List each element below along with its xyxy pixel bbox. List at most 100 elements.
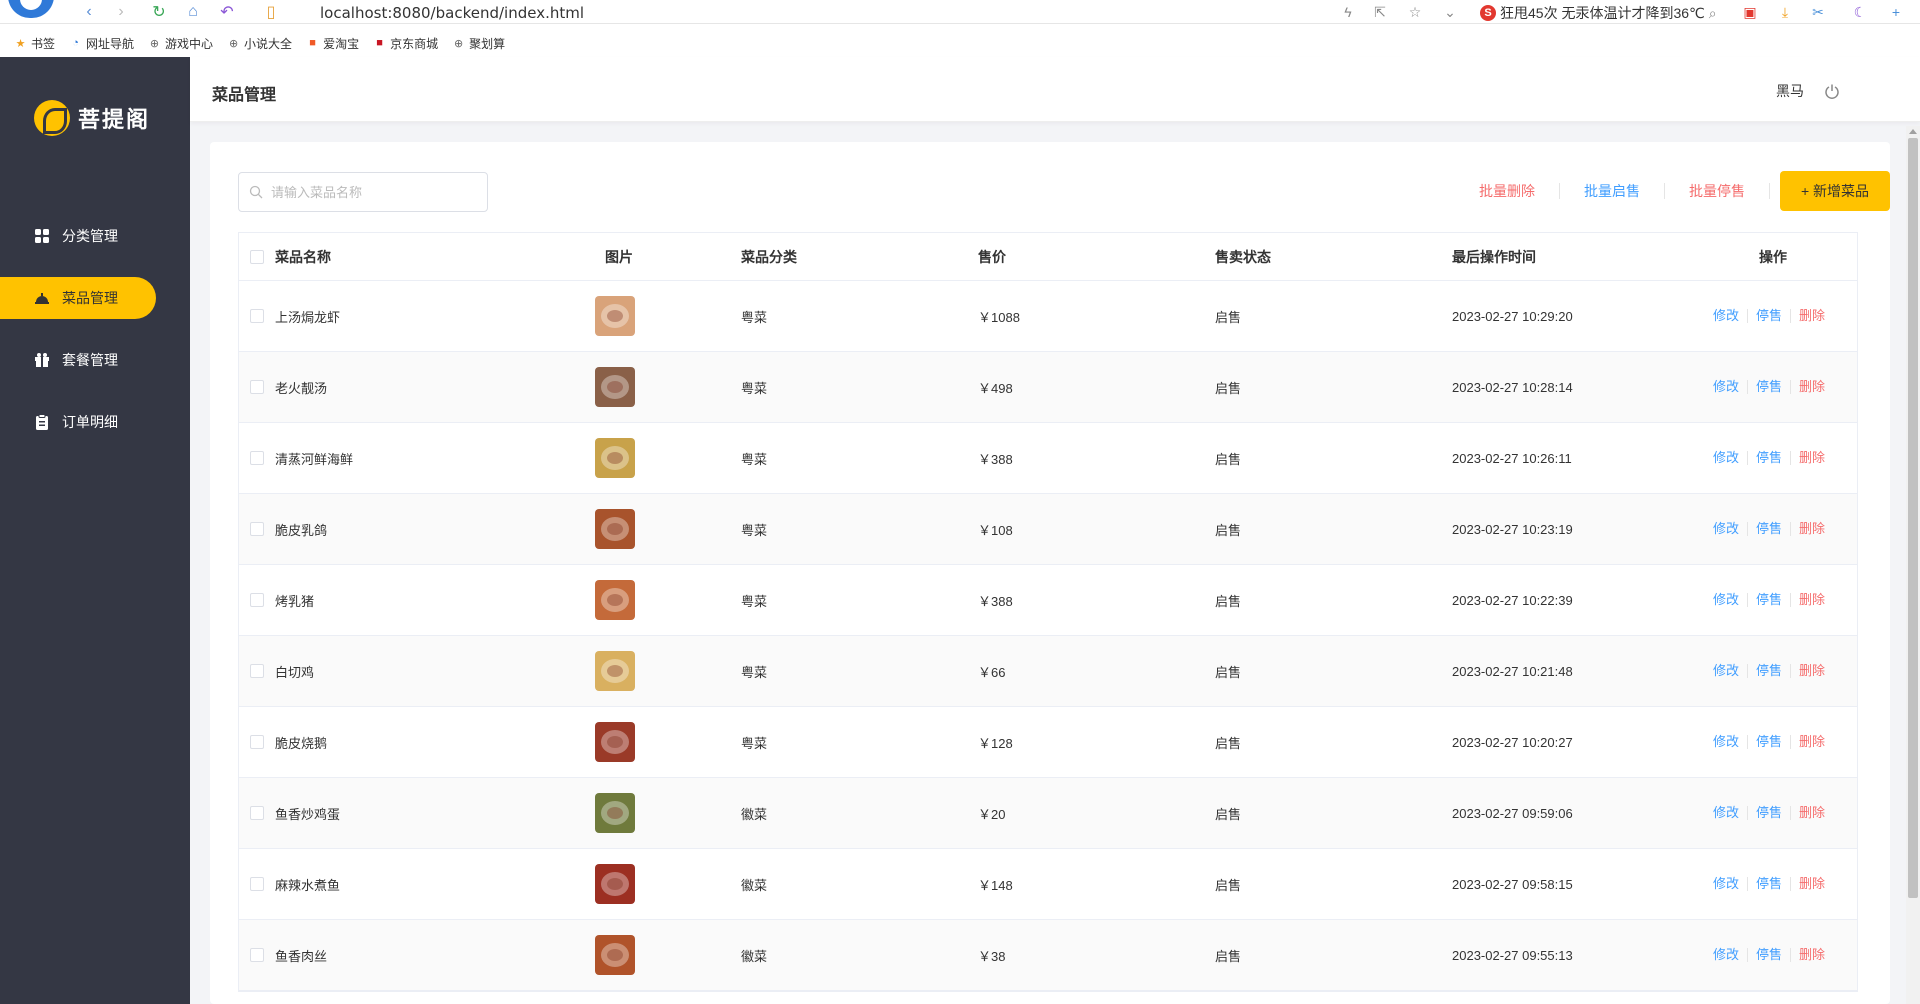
search-box[interactable] — [238, 172, 488, 212]
refresh-icon[interactable]: ↻ — [148, 2, 170, 22]
bookmark-item[interactable]: ⊕ 聚划算 — [452, 35, 505, 52]
dish-name: 麻辣水煮鱼 — [275, 877, 341, 893]
download-icon[interactable]: ⤓ — [1775, 2, 1795, 22]
undo-icon[interactable]: ↶ — [216, 2, 238, 22]
delete-button[interactable]: 删除 — [1791, 451, 1833, 465]
add-dish-button[interactable]: + 新增菜品 — [1780, 171, 1890, 211]
forward-icon[interactable]: › — [110, 2, 132, 22]
row-checkbox[interactable] — [250, 877, 264, 891]
select-all-checkbox[interactable] — [250, 249, 264, 264]
edit-button[interactable]: 修改 — [1705, 451, 1748, 465]
delete-button[interactable]: 删除 — [1791, 380, 1833, 394]
delete-button[interactable]: 删除 — [1791, 735, 1833, 749]
bookmark-item[interactable]: ■ 爱淘宝 — [306, 35, 359, 52]
dish-status: 启售 — [1215, 948, 1242, 964]
disable-button[interactable]: 停售 — [1748, 451, 1791, 465]
bookmark-item[interactable]: ⊕ 小说大全 — [227, 35, 292, 52]
disable-button[interactable]: 停售 — [1748, 593, 1791, 607]
batch-delete-button[interactable]: 批量删除 — [1455, 183, 1560, 199]
row-checkbox[interactable] — [250, 309, 264, 323]
disable-button[interactable]: 停售 — [1748, 522, 1791, 536]
bookmark-item[interactable]: ■ 京东商城 — [373, 35, 438, 52]
bookmark-item[interactable]: ◔ 网址导航 — [69, 35, 134, 52]
row-checkbox[interactable] — [250, 948, 264, 962]
address-bar[interactable]: localhost:8080/backend/index.html — [320, 4, 584, 22]
dish-update-time: 2023-02-27 10:21:48 — [1452, 663, 1573, 679]
edit-button[interactable]: 修改 — [1705, 735, 1748, 749]
news-ticker[interactable]: S 狂甩45次 无汞体温计才降到36℃ ⌕ — [1480, 3, 1717, 23]
dish-thumbnail — [595, 793, 635, 833]
star-icon: ★ — [15, 37, 26, 50]
disable-button[interactable]: 停售 — [1748, 380, 1791, 394]
vertical-scrollbar[interactable] — [1906, 126, 1920, 1004]
scrollbar-thumb[interactable] — [1908, 138, 1918, 898]
search-icon[interactable]: ⌕ — [1709, 5, 1717, 22]
edit-button[interactable]: 修改 — [1705, 380, 1748, 394]
dish-price: ￥498 — [978, 380, 1013, 396]
dish-name: 鱼香肉丝 — [275, 948, 328, 964]
disable-button[interactable]: 停售 — [1748, 806, 1791, 820]
disable-button[interactable]: 停售 — [1748, 735, 1791, 749]
delete-button[interactable]: 删除 — [1791, 877, 1833, 891]
edit-button[interactable]: 修改 — [1705, 522, 1748, 536]
cloche-icon — [34, 290, 50, 306]
bookmark-label: 网址导航 — [86, 36, 135, 51]
sidebar-item-dishes[interactable]: 菜品管理 — [0, 277, 156, 319]
disable-button[interactable]: 停售 — [1748, 664, 1791, 678]
row-checkbox[interactable] — [250, 664, 264, 678]
dish-price: ￥128 — [978, 735, 1013, 751]
column-header-price: 售价 — [978, 248, 1006, 265]
star-icon[interactable]: ☆ — [1405, 2, 1425, 22]
bookmark-item[interactable]: ★ 书签 — [14, 35, 55, 52]
edit-button[interactable]: 修改 — [1705, 806, 1748, 820]
dish-status: 启售 — [1215, 451, 1242, 467]
delete-button[interactable]: 删除 — [1791, 309, 1833, 323]
sidebar-item-orders[interactable]: 订单明细 — [0, 401, 190, 443]
delete-button[interactable]: 删除 — [1791, 664, 1833, 678]
back-icon[interactable]: ‹ — [78, 2, 100, 22]
row-checkbox[interactable] — [250, 735, 264, 749]
scroll-up-icon[interactable] — [1909, 129, 1917, 134]
column-header-status: 售卖状态 — [1215, 248, 1271, 265]
app-icon[interactable]: ▣ — [1740, 2, 1760, 22]
new-tab-icon[interactable]: + — [1886, 2, 1906, 22]
disable-button[interactable]: 停售 — [1748, 948, 1791, 962]
disable-button[interactable]: 停售 — [1748, 309, 1791, 323]
search-input[interactable] — [271, 184, 471, 200]
logout-power-icon[interactable] — [1824, 83, 1840, 99]
top-header: 菜品管理 黑马 — [190, 57, 1920, 122]
dish-category: 粤菜 — [741, 309, 768, 325]
table-row: 清蒸河鲜海鲜 粤菜 ￥388 启售 2023-02-27 10:26:11 修改 停售 删除 — [239, 423, 1857, 494]
table-row: 脆皮乳鸽 粤菜 ￥108 启售 2023-02-27 10:23:19 修改 停售 删除 — [239, 494, 1857, 565]
bookmark-item[interactable]: ⊕ 游戏中心 — [148, 35, 213, 52]
row-checkbox[interactable] — [250, 380, 264, 394]
sidebar-item-setmeal[interactable]: 套餐管理 — [0, 339, 190, 381]
sidebar-item-category[interactable]: 分类管理 — [0, 215, 190, 257]
taobao-icon: ■ — [309, 37, 316, 49]
edit-button[interactable]: 修改 — [1705, 593, 1748, 607]
delete-button[interactable]: 删除 — [1791, 806, 1833, 820]
home-icon[interactable]: ⌂ — [182, 2, 204, 22]
dish-thumbnail — [595, 509, 635, 549]
row-checkbox[interactable] — [250, 451, 264, 465]
flash-icon[interactable]: ϟ — [1338, 2, 1358, 22]
chevron-down-icon[interactable]: ⌄ — [1440, 2, 1460, 22]
delete-button[interactable]: 删除 — [1791, 948, 1833, 962]
batch-enable-button[interactable]: 批量启售 — [1560, 183, 1665, 199]
theme-icon[interactable]: ☾ — [1850, 2, 1870, 22]
row-checkbox[interactable] — [250, 593, 264, 607]
row-checkbox[interactable] — [250, 522, 264, 536]
delete-button[interactable]: 删除 — [1791, 522, 1833, 536]
disable-button[interactable]: 停售 — [1748, 877, 1791, 891]
edit-button[interactable]: 修改 — [1705, 948, 1748, 962]
batch-disable-button[interactable]: 批量停售 — [1665, 183, 1770, 199]
edit-button[interactable]: 修改 — [1705, 309, 1748, 323]
edit-button[interactable]: 修改 — [1705, 877, 1748, 891]
delete-button[interactable]: 删除 — [1791, 593, 1833, 607]
table-row: 上汤焗龙虾 粤菜 ￥1088 启售 2023-02-27 10:29:20 修改 停售 删除 — [239, 281, 1857, 352]
share-icon[interactable]: ⇱ — [1370, 2, 1390, 22]
row-checkbox[interactable] — [250, 806, 264, 820]
reader-icon[interactable]: ▯ — [260, 2, 282, 22]
edit-button[interactable]: 修改 — [1705, 664, 1748, 678]
tools-icon[interactable]: ✂ — [1808, 2, 1828, 22]
